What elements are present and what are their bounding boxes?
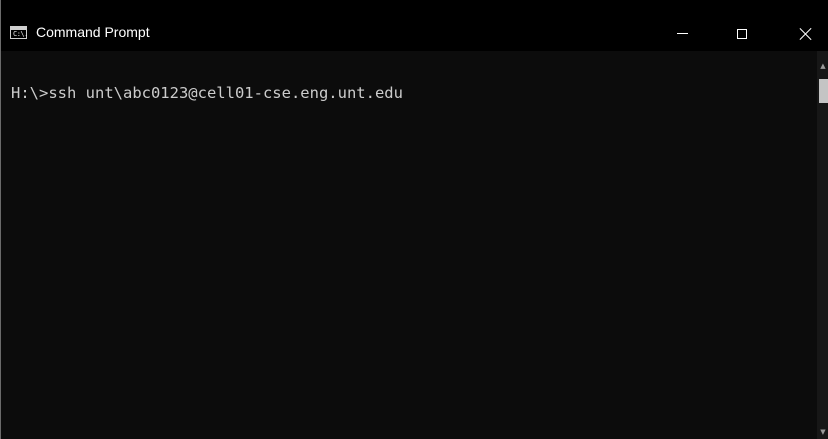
title-bar[interactable]: C:\. Command Prompt (1, 0, 828, 51)
scroll-down-arrow-icon[interactable]: ▼ (817, 427, 828, 437)
console-line: H:\>ssh unt\abc0123@cell01-cse.eng.unt.e… (11, 84, 403, 102)
close-icon (799, 27, 813, 41)
cmd-icon[interactable]: C:\. (10, 26, 28, 39)
window-title: Command Prompt (36, 24, 150, 40)
maximize-icon (737, 28, 747, 39)
vertical-scrollbar[interactable]: ▲ ▼ (817, 51, 828, 439)
minimize-icon (676, 33, 688, 34)
minimize-button[interactable] (659, 14, 705, 51)
cmd-icon-text: C:\. (13, 30, 28, 38)
console-area[interactable]: H:\>ssh unt\abc0123@cell01-cse.eng.unt.e… (1, 51, 817, 439)
scroll-up-arrow-icon[interactable]: ▲ (817, 61, 828, 71)
scrollbar-thumb[interactable] (819, 79, 828, 103)
maximize-button[interactable] (719, 14, 765, 51)
close-button[interactable] (783, 14, 828, 51)
command-prompt-window: C:\. Command Prompt H:\>ssh unt\abc0123@… (0, 0, 828, 439)
